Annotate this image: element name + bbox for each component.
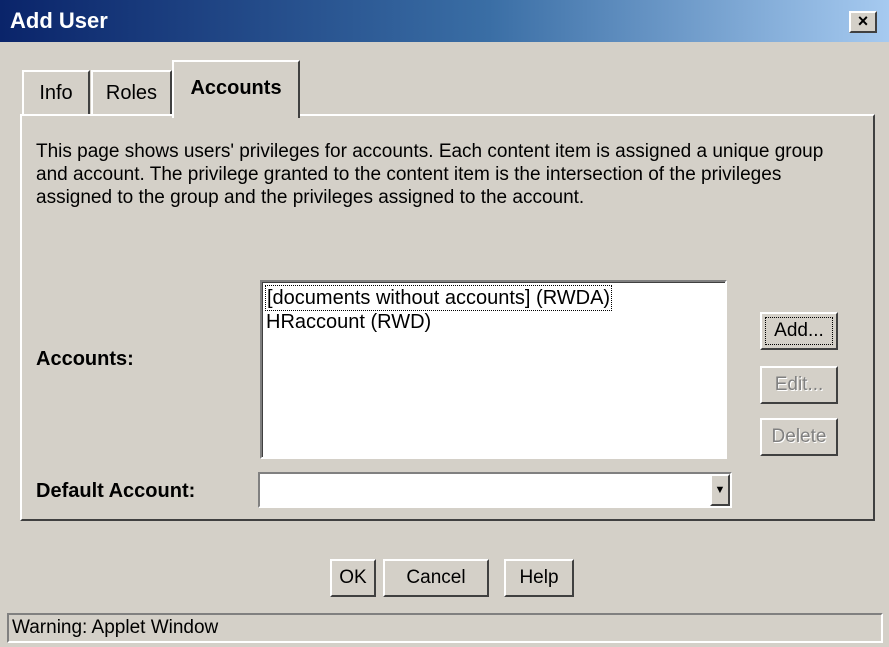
accounts-label: Accounts: [36, 348, 134, 370]
tab-accounts-label: Accounts [190, 77, 282, 99]
delete-account-button[interactable]: Delete [760, 418, 838, 456]
list-item[interactable]: HRaccount (RWD) [266, 310, 721, 334]
default-account-label: Default Account: [36, 480, 196, 502]
chevron-down-icon: ▼ [714, 484, 726, 496]
dropdown-button[interactable]: ▼ [710, 474, 730, 506]
list-item-label: HRaccount (RWD) [266, 311, 432, 333]
list-item[interactable]: [documents without accounts] (RWDA) [264, 285, 721, 311]
window-title: Add User [10, 8, 108, 33]
cancel-button[interactable]: Cancel [383, 559, 489, 597]
accounts-listbox[interactable]: [documents without accounts] (RWDA) HRac… [260, 280, 727, 459]
page-description: This page shows users' privileges for ac… [36, 141, 824, 208]
tab-roles[interactable]: Roles [91, 70, 172, 116]
accounts-tab-panel: This page shows users' privileges for ac… [20, 114, 875, 521]
ok-button[interactable]: OK [330, 559, 376, 597]
close-icon: × [857, 11, 869, 31]
tab-info-label: Info [39, 82, 73, 104]
edit-account-button[interactable]: Edit... [760, 366, 838, 404]
default-account-select[interactable]: ▼ [258, 472, 732, 508]
help-button[interactable]: Help [504, 559, 574, 597]
status-text: Warning: Applet Window [12, 617, 219, 638]
list-item-label: [documents without accounts] (RWDA) [264, 285, 613, 311]
title-bar: Add User × [0, 0, 889, 42]
close-button[interactable]: × [849, 11, 877, 33]
add-account-button[interactable]: Add... [760, 312, 838, 350]
tab-roles-label: Roles [105, 82, 158, 104]
status-bar: Warning: Applet Window [7, 613, 883, 643]
tab-accounts[interactable]: Accounts [172, 60, 300, 118]
tab-info[interactable]: Info [22, 70, 90, 116]
